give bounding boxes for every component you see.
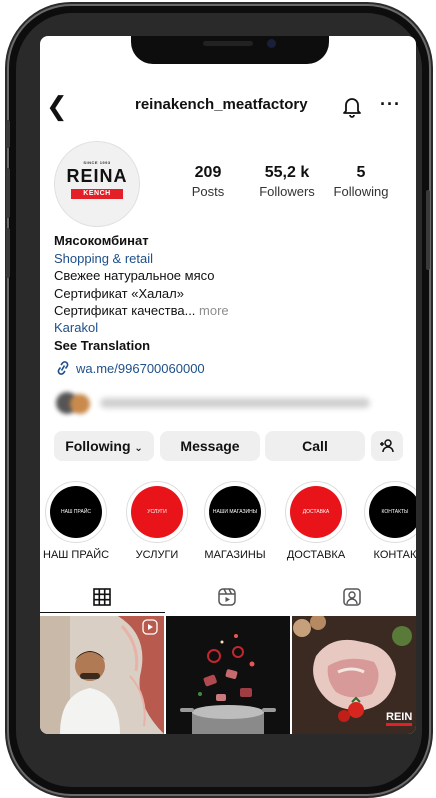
highlight-label: МАГАЗИНЫ bbox=[204, 549, 266, 561]
highlight-ring: УСЛУГИ bbox=[126, 481, 188, 543]
posts-grid: REIN bbox=[40, 616, 416, 734]
tab-reels[interactable] bbox=[165, 581, 290, 613]
followers-count-label: Followers bbox=[259, 184, 315, 199]
highlight-cover: ДОСТАВКА bbox=[290, 486, 342, 538]
see-translation-link[interactable]: See Translation bbox=[54, 338, 150, 353]
highlight-ring: НАШ ПРАЙС bbox=[45, 481, 107, 543]
man-with-meat-photo bbox=[40, 616, 164, 734]
profile-header: ❮ reinakench_meatfactory ··· bbox=[40, 92, 416, 122]
profile-avatar[interactable]: SINCE 1993 REINA KENCH bbox=[54, 141, 140, 227]
highlight-ring: КОНТАКТЫ bbox=[364, 481, 416, 543]
bell-icon[interactable] bbox=[342, 96, 362, 118]
highlight-cover: НАШ ПРАЙС bbox=[50, 486, 102, 538]
back-icon[interactable]: ❮ bbox=[46, 92, 68, 120]
highlight-cover: КОНТАКТЫ bbox=[369, 486, 416, 538]
followers-count[interactable]: 55,2 k Followers bbox=[252, 164, 322, 199]
highlight-item[interactable]: КОНТАКТЫ КОНТАК bbox=[362, 481, 416, 561]
highlight-label: ДОСТАВКА bbox=[286, 549, 346, 561]
bio-line: Свежее натуральное мясо bbox=[54, 268, 215, 283]
highlight-cover-text: НАШ ПРАЙС bbox=[60, 509, 92, 515]
more-options-icon[interactable]: ··· bbox=[380, 94, 401, 115]
highlight-cover-text: НАШИ МАГАЗИНЫ bbox=[212, 509, 258, 515]
add-user-button[interactable] bbox=[371, 431, 403, 461]
logo-sub: KENCH bbox=[71, 189, 123, 199]
website-url: wa.me/996700060000 bbox=[76, 361, 205, 376]
phone-notch bbox=[131, 36, 329, 64]
highlight-cover: НАШИ МАГАЗИНЫ bbox=[209, 486, 261, 538]
followers-count-value: 55,2 k bbox=[264, 164, 310, 181]
highlight-item[interactable]: НАШИ МАГАЗИНЫ МАГАЗИНЫ bbox=[202, 481, 268, 561]
bio-line: Сертификат «Халал» bbox=[54, 286, 184, 301]
posts-count[interactable]: 209 Posts bbox=[183, 164, 233, 199]
following-count[interactable]: 5 Following bbox=[328, 164, 394, 199]
reels-icon bbox=[218, 588, 236, 606]
volume-down-button bbox=[6, 228, 10, 278]
post-thumbnail[interactable] bbox=[40, 616, 164, 734]
posts-count-label: Posts bbox=[191, 184, 225, 199]
highlight-item[interactable]: УСЛУГИ УСЛУГИ bbox=[124, 481, 190, 561]
following-count-label: Following bbox=[333, 184, 389, 199]
front-camera bbox=[267, 39, 276, 48]
highlight-label: УСЛУГИ bbox=[135, 549, 179, 561]
highlight-ring: ДОСТАВКА bbox=[285, 481, 347, 543]
highlight-label: НАШ ПРАЙС bbox=[43, 549, 110, 561]
chevron-down-icon: ⌄ bbox=[134, 443, 143, 454]
website-link[interactable]: wa.me/996700060000 bbox=[54, 361, 205, 376]
speaker-grille bbox=[203, 41, 253, 46]
followed-by-row[interactable] bbox=[56, 392, 376, 414]
profile-name: Мясокомбинат bbox=[54, 233, 149, 248]
profile-tabs bbox=[40, 581, 416, 613]
tagged-icon bbox=[343, 588, 361, 606]
follower-avatar bbox=[70, 394, 90, 414]
following-count-value: 5 bbox=[356, 164, 366, 181]
following-button-label: Following bbox=[65, 438, 131, 454]
bio-line: Сертификат качества... bbox=[54, 303, 196, 318]
highlight-label: КОНТАК bbox=[373, 549, 416, 561]
followed-by-text bbox=[100, 398, 370, 408]
highlight-cover: УСЛУГИ bbox=[131, 486, 183, 538]
profile-category[interactable]: Shopping & retail bbox=[54, 251, 153, 266]
post-thumbnail[interactable] bbox=[166, 616, 290, 734]
link-icon bbox=[57, 361, 69, 375]
post-thumbnail[interactable]: REIN bbox=[292, 616, 416, 734]
message-button[interactable]: Message bbox=[160, 431, 260, 461]
fresh-meat-cut-photo: REIN bbox=[292, 616, 416, 734]
username: reinakench_meatfactory bbox=[135, 96, 308, 113]
post-watermark: REIN bbox=[386, 711, 412, 723]
highlight-item[interactable]: НАШ ПРАЙС НАШ ПРАЙС bbox=[43, 481, 109, 561]
grid-icon bbox=[93, 588, 111, 606]
profile-location[interactable]: Karakol bbox=[54, 320, 98, 335]
highlight-cover-text: ДОСТАВКА bbox=[302, 509, 330, 515]
tab-tagged[interactable] bbox=[290, 581, 415, 613]
highlight-cover-text: УСЛУГИ bbox=[147, 509, 167, 515]
highlight-cover-text: КОНТАКТЫ bbox=[381, 509, 409, 515]
call-button[interactable]: Call bbox=[265, 431, 365, 461]
add-user-icon bbox=[380, 439, 394, 453]
more-link[interactable]: more bbox=[199, 303, 229, 318]
highlight-ring: НАШИ МАГАЗИНЫ bbox=[204, 481, 266, 543]
tab-posts-grid[interactable] bbox=[40, 581, 165, 613]
posts-count-value: 209 bbox=[194, 164, 222, 181]
highlight-item[interactable]: ДОСТАВКА ДОСТАВКА bbox=[283, 481, 349, 561]
logo-brand: REINA bbox=[66, 166, 128, 186]
side-button bbox=[6, 120, 10, 148]
volume-up-button bbox=[6, 168, 10, 218]
meat-falling-into-pot-photo bbox=[166, 616, 290, 734]
power-button bbox=[426, 190, 430, 270]
following-button[interactable]: Following ⌄ bbox=[54, 431, 154, 461]
app-screen: ❮ reinakench_meatfactory ··· SINCE 1993 … bbox=[40, 36, 416, 734]
bio-line-with-more: Сертификат качества... more bbox=[54, 303, 229, 318]
logo-since: SINCE 1993 bbox=[83, 160, 111, 165]
